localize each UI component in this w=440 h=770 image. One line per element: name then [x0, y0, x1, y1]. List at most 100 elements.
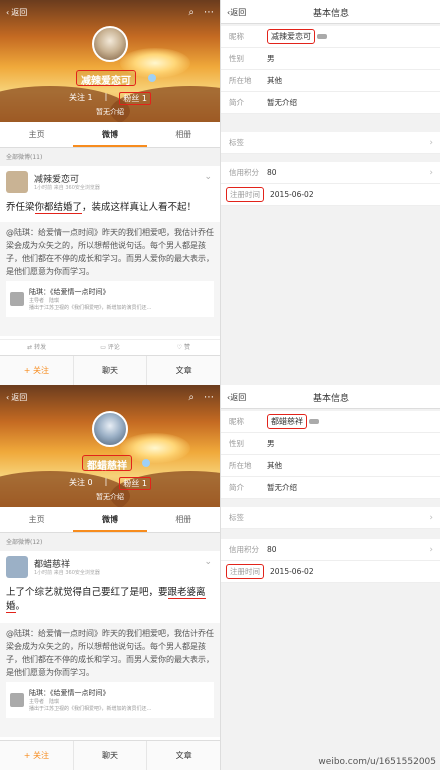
nickname-value: 减辣爱恋可: [267, 29, 315, 44]
comment-button[interactable]: ▭ 评论: [73, 340, 146, 355]
tags-group[interactable]: 标签 ›: [221, 507, 440, 529]
chat-button[interactable]: 聊天: [74, 356, 148, 385]
post-meta: 1小时前 来自 360安全浏览器: [34, 570, 100, 576]
like-button[interactable]: ♡ 赞: [147, 340, 220, 355]
card-description: 播出于江苏卫视的《我们相爱吧》，新增加的演员们还…: [29, 305, 152, 311]
follow-button[interactable]: + 关注: [0, 356, 74, 385]
search-icon[interactable]: ⌕: [188, 392, 194, 403]
card-thumbnail: [10, 693, 24, 707]
info-row-nickname: 昵称 都蜡慈祥: [221, 411, 440, 433]
credit-group: 信用积分 80 › 注册时间 2015-06-02: [221, 539, 440, 583]
post-text: 乔任梁你都结婚了，装成这样真让人看不起！: [6, 202, 197, 214]
chevron-down-icon[interactable]: ⌄: [204, 557, 212, 567]
follow-count[interactable]: 关注 1: [69, 92, 93, 105]
card-subtitle: 主导者 陆琪: [29, 298, 60, 304]
info-row-location: 所在地 其他: [221, 70, 440, 92]
card-subtitle: 主导者 陆琪: [29, 699, 60, 705]
comparison-bottom: ‹ 返回 ⌕ ⋯ 都蜡慈祥 关注 0 | 粉丝 1 暂无介绍 主页 微博 相册 全部…: [0, 385, 440, 770]
chevron-right-icon: ›: [429, 137, 433, 148]
profile-cover: ‹ 返回 ⌕ ⋯ 都蜡慈祥 关注 0 | 粉丝 1 暂无介绍: [0, 385, 220, 507]
card-thumbnail: [10, 292, 24, 306]
profile-topbar: ‹ 返回 ⌕ ⋯: [0, 0, 220, 24]
post-avatar[interactable]: [6, 171, 28, 193]
chevron-left-icon: ‹: [6, 7, 10, 17]
article-button[interactable]: 文章: [147, 741, 220, 770]
card-description: 播出于江苏卫视的《我们相爱吧》，新增加的演员们还…: [29, 706, 152, 712]
more-icon[interactable]: ⋯: [204, 392, 214, 403]
search-icon[interactable]: ⌕: [188, 7, 194, 18]
weibo-post: 都蜡慈祥 1小时前 来自 360安全浏览器 ⌄ 上了个综艺就觉得自己要红了是吧，…: [0, 551, 220, 740]
post-text: 上了个综艺就觉得自己要红了是吧，要跟老婆离婚。: [6, 587, 206, 613]
info-row-credit: 信用积分 80 ›: [221, 539, 440, 561]
profile-intro: 暂无介绍: [96, 493, 124, 501]
repost-icon: ⇄: [27, 344, 33, 351]
chevron-down-icon[interactable]: ⌄: [204, 172, 212, 182]
info-row-register: 注册时间 2015-06-02: [221, 184, 440, 206]
chat-button[interactable]: 聊天: [74, 741, 148, 770]
card-title: 陆琪：《给爱情一点时间》: [29, 689, 110, 697]
comparison-top: ‹ 返回 ⌕ ⋯ 减辣爱恋可 关注 1 | 粉丝 1 暂无介绍 主页 微博 相册 全…: [0, 0, 440, 385]
link-card[interactable]: 陆琪：《给爱情一点时间》 主导者 陆琪 播出于江苏卫视的《我们相爱吧》，新增加的…: [6, 281, 214, 317]
profile-bottom-bar: + 关注 聊天 文章: [0, 355, 220, 385]
post-actions: ⇄ 转发 ▭ 评论 ♡ 赞: [0, 339, 220, 355]
profile-nickname: 减辣爱恋可: [76, 70, 136, 87]
tab-album[interactable]: 相册: [147, 122, 220, 147]
profile-topbar: ‹ 返回 ⌕ ⋯: [0, 385, 220, 409]
info-group: 昵称 都蜡慈祥 性别男 所在地 其他 简介 暂无介绍: [221, 411, 440, 499]
profile-stats: 关注 1 | 粉丝 1: [0, 92, 220, 105]
card-title: 陆琪：《给爱情一点时间》: [29, 288, 110, 296]
tags-group[interactable]: 标签 ›: [221, 132, 440, 154]
profile-screen: ‹ 返回 ⌕ ⋯ 都蜡慈祥 关注 0 | 粉丝 1 暂无介绍 主页 微博 相册 全部…: [0, 385, 220, 770]
follow-count[interactable]: 关注 0: [69, 477, 93, 490]
article-button[interactable]: 文章: [147, 356, 220, 385]
all-weibo-count[interactable]: 全部微博(11): [0, 150, 220, 166]
info-row-tags[interactable]: 标签 ›: [221, 507, 440, 529]
profile-intro: 暂无介绍: [96, 108, 124, 116]
avatar[interactable]: [92, 411, 128, 447]
screenshot-root: ‹ 返回 ⌕ ⋯ 减辣爱恋可 关注 1 | 粉丝 1 暂无介绍 主页 微博 相册 全…: [0, 0, 440, 770]
tab-weibo[interactable]: 微博: [73, 122, 147, 147]
info-row-tags[interactable]: 标签 ›: [221, 132, 440, 154]
nickname-value: 都蜡慈祥: [267, 414, 307, 429]
tab-home[interactable]: 主页: [0, 507, 73, 532]
chevron-left-icon: ‹: [6, 392, 10, 402]
vip-badge-icon: [142, 459, 150, 467]
page-title: 基本信息: [312, 394, 349, 404]
post-avatar[interactable]: [6, 556, 28, 578]
weibo-post: 减辣爱恋可 1小时前 来自 360安全浏览器 ⌄ 乔任梁你都结婚了，装成这样真让…: [0, 166, 220, 339]
tab-home[interactable]: 主页: [0, 122, 73, 147]
repost-block[interactable]: @陆琪：给爱情一点时间》昨天的我们相爱吧，我估计乔任梁会成为众矢之的，所以想帮他…: [0, 222, 220, 336]
profile-screen: ‹ 返回 ⌕ ⋯ 减辣爱恋可 关注 1 | 粉丝 1 暂无介绍 主页 微博 相册 全…: [0, 0, 220, 385]
back-button[interactable]: ‹返回: [6, 7, 27, 18]
repost-text: @陆琪：给爱情一点时间》昨天的我们相爱吧，我估计乔任梁会成为众矢之的，所以想帮他…: [6, 629, 214, 677]
watermark: weibo.com/u/1651552005: [318, 757, 436, 767]
profile-tabs: 主页 微博 相册: [0, 507, 220, 533]
all-weibo-count[interactable]: 全部微博(12): [0, 535, 220, 551]
info-row-bio: 简介 暂无介绍: [221, 92, 440, 114]
info-row-nickname: 昵称 减辣爱恋可: [221, 26, 440, 48]
info-row-gender: 性别男: [221, 48, 440, 70]
link-card[interactable]: 陆琪：《给爱情一点时间》 主导者 陆琪 播出于江苏卫视的《我们相爱吧》，新增加的…: [6, 682, 214, 718]
chevron-right-icon[interactable]: ›: [429, 545, 433, 555]
more-icon[interactable]: ⋯: [204, 7, 214, 18]
comment-icon: ▭: [100, 344, 106, 351]
avatar[interactable]: [92, 26, 128, 62]
fans-count[interactable]: 粉丝 1: [119, 92, 151, 105]
highlighted-text: 你都结婚了: [34, 202, 83, 214]
profile-stats: 关注 0 | 粉丝 1: [0, 477, 220, 490]
repost-button[interactable]: ⇄ 转发: [0, 340, 73, 355]
chevron-right-icon[interactable]: ›: [429, 168, 433, 178]
repost-block[interactable]: @陆琪：给爱情一点时间》昨天的我们相爱吧，我估计乔任梁会成为众矢之的，所以想帮他…: [0, 623, 220, 737]
page-title: 基本信息: [312, 9, 349, 19]
level-badge: [309, 419, 319, 424]
info-row-register: 注册时间 2015-06-02: [221, 561, 440, 583]
fans-count[interactable]: 粉丝 1: [119, 477, 151, 490]
follow-button[interactable]: + 关注: [0, 741, 74, 770]
info-row-bio: 简介 暂无介绍: [221, 477, 440, 499]
profile-nickname: 都蜡慈祥: [82, 455, 132, 472]
tab-weibo[interactable]: 微博: [73, 507, 147, 532]
basic-info-screen: ‹返回 基本信息 昵称 减辣爱恋可 性别男 所在地 其他 简介 暂无介绍 标签 › 信用…: [220, 0, 440, 385]
back-button[interactable]: ‹返回: [6, 392, 27, 403]
profile-tabs: 主页 微博 相册: [0, 122, 220, 148]
tab-album[interactable]: 相册: [147, 507, 220, 532]
